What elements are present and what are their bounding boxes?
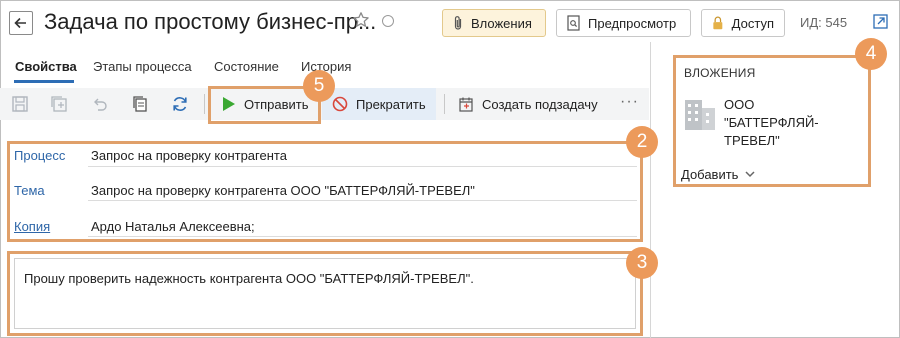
- callout-badge-3: 3: [626, 247, 658, 279]
- highlight-attachments: [673, 55, 871, 187]
- preview-button-label: Предпросмотр: [588, 15, 677, 31]
- save-icon[interactable]: [11, 95, 29, 113]
- copy-icon[interactable]: [131, 95, 149, 113]
- page-title: Задача по простому бизнес-пр...: [44, 9, 377, 34]
- calendar-task-icon: [459, 97, 473, 112]
- tab-state[interactable]: Состояние: [214, 59, 279, 74]
- record-id: ИД: 545: [800, 15, 848, 30]
- panel-divider: [650, 42, 651, 338]
- active-tab-indicator: [14, 80, 74, 83]
- back-button[interactable]: [9, 11, 33, 35]
- callout-badge-2: 2: [626, 126, 658, 158]
- toolbar-separator: [204, 94, 205, 114]
- toolbar-separator: [444, 94, 445, 114]
- callout-badge-5: 5: [303, 70, 335, 102]
- status-circle-icon[interactable]: [382, 15, 394, 27]
- refresh-icon[interactable]: [171, 95, 189, 113]
- lock-icon: [713, 16, 723, 30]
- attachments-button[interactable]: Вложения: [442, 9, 546, 37]
- create-subtask-label: Создать подзадачу: [482, 96, 598, 112]
- save-copy-icon[interactable]: [50, 95, 68, 113]
- document-search-icon: [567, 15, 580, 31]
- cancel-button[interactable]: Прекратить: [322, 88, 436, 120]
- paperclip-icon: [454, 16, 462, 30]
- tab-properties[interactable]: Свойства: [15, 59, 77, 74]
- undo-icon[interactable]: [91, 95, 109, 113]
- tab-process-stages[interactable]: Этапы процесса: [93, 59, 192, 74]
- open-external-icon[interactable]: [873, 14, 888, 29]
- more-options-icon[interactable]: ···: [620, 93, 639, 111]
- create-subtask-button[interactable]: Создать подзадачу: [448, 88, 608, 120]
- highlight-fields: [7, 141, 643, 242]
- stop-icon: [332, 96, 348, 112]
- access-button-label: Доступ: [731, 15, 774, 31]
- star-icon[interactable]: [352, 11, 370, 29]
- preview-button[interactable]: Предпросмотр: [556, 9, 691, 37]
- highlight-message: [7, 251, 643, 336]
- attachments-button-label: Вложения: [471, 15, 532, 31]
- cancel-button-label: Прекратить: [356, 96, 426, 112]
- arrow-left-icon: [14, 17, 26, 29]
- callout-badge-4: 4: [855, 38, 887, 70]
- access-button[interactable]: Доступ: [701, 9, 785, 37]
